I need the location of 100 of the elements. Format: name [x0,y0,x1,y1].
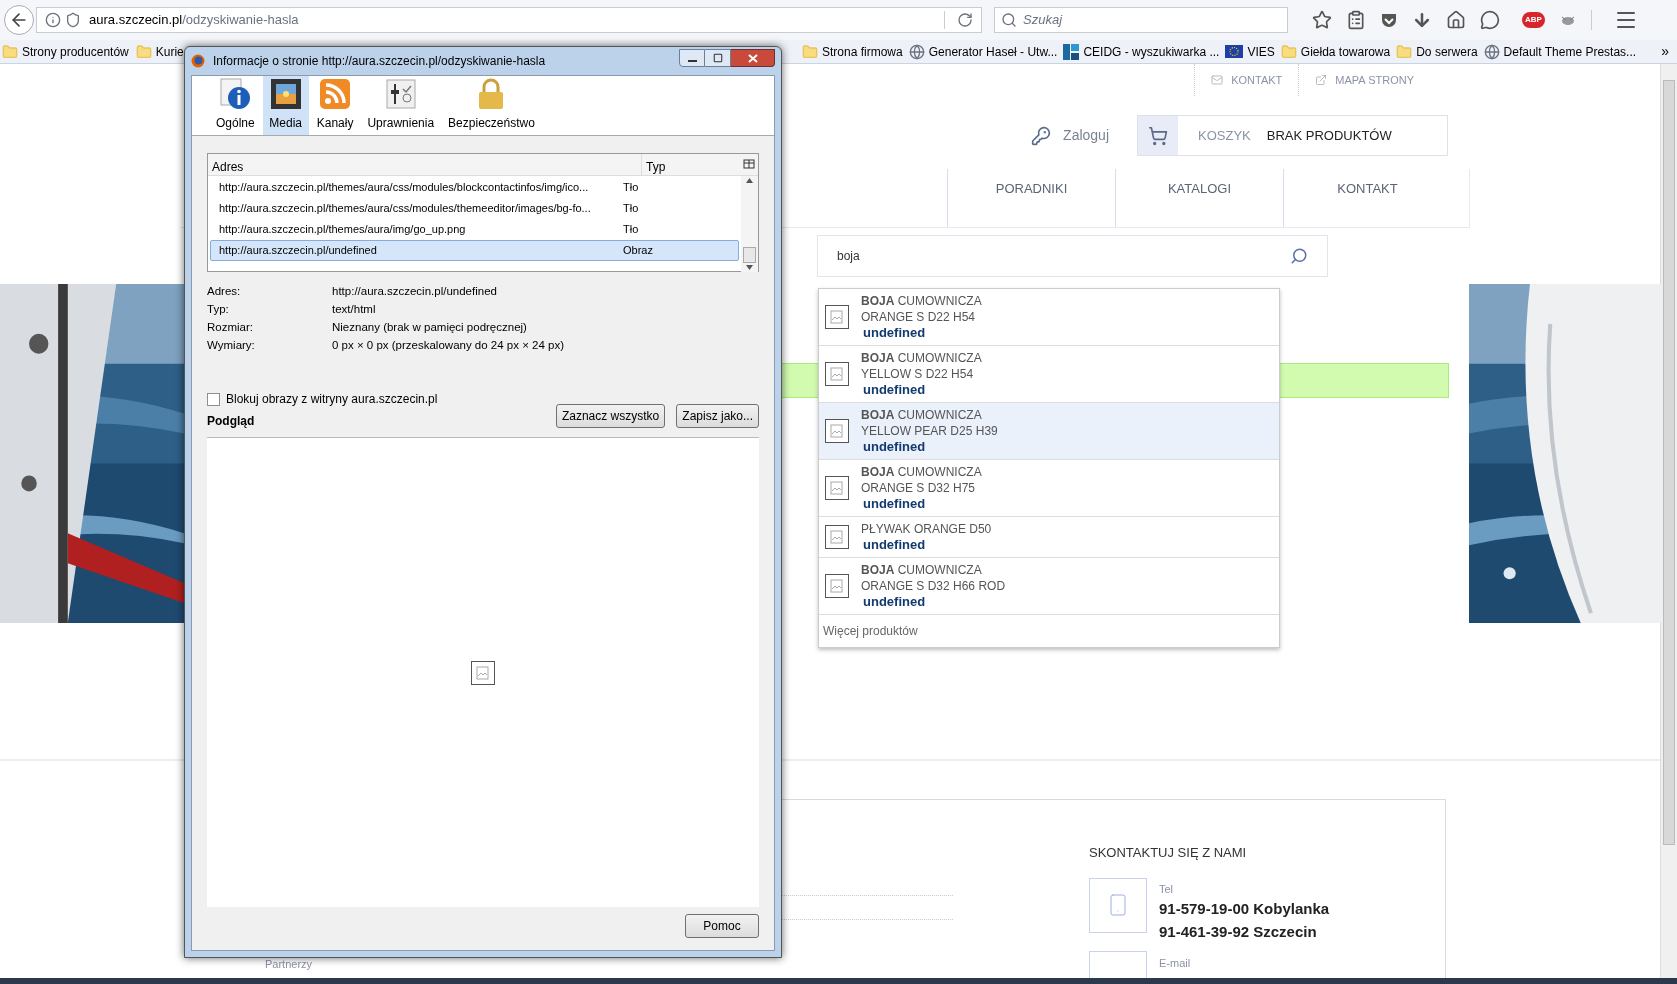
minimize-button[interactable] [679,49,705,67]
product-thumbnail-icon [825,525,849,549]
bookmark[interactable]: Do serwera [1394,42,1480,61]
tiles-icon [1063,43,1080,60]
product-thumbnail-icon [825,305,849,329]
nav-link[interactable]: PORADNIKI [995,179,1068,199]
address-bar[interactable]: aura.szczecin.pl/odzyskiwanie-hasla [36,7,982,33]
product-thumbnail-icon [825,574,849,598]
bookmark[interactable]: Strona firmowa [800,42,905,61]
phone-number: 91-461-39-92 Szczecin [1159,922,1318,942]
product-price: undefined [862,537,927,553]
preview-heading: Podgląd [207,413,256,430]
dialog-tab[interactable]: Ogólne [210,76,261,135]
back-button[interactable] [4,5,34,35]
list-scrollbar[interactable] [741,176,758,272]
product-variant: YELLOW S D22 H54 [861,366,975,382]
pocket-icon[interactable] [1380,11,1398,29]
close-button[interactable] [731,49,775,67]
product-thumbnail-icon [825,419,849,443]
search-icon[interactable] [1290,247,1308,265]
folder-icon [2,43,18,60]
suggestion-item[interactable]: BOJA CUMOWNICZA ORANGE S D32 H75 undefined [819,460,1279,517]
column-header[interactable]: Adres [208,154,642,175]
detail-label: Typ: [207,302,230,317]
suggestion-item[interactable]: BOJA CUMOWNICZA ORANGE S D22 H54 undefined [819,289,1279,346]
column-header[interactable]: Typ [642,154,740,175]
product-variant: ORANGE S D32 H66 ROD [861,578,1006,594]
media-row[interactable]: http://aura.szczecin.pl/themes/aura/css/modules/blockcontactinfos/img/ico... Tło [210,177,739,198]
bookmark[interactable]: Kurie [133,42,186,61]
detail-value: text/html [332,302,377,317]
detail-label: Adres: [207,284,242,299]
suggestion-item[interactable]: BOJA CUMOWNICZA YELLOW PEAR D25 H39 undefined [819,403,1279,460]
detail-label: Wymiary: [207,338,256,353]
dialog-button[interactable]: Zapisz jako... [676,404,759,428]
scroll-up-icon[interactable] [746,178,753,183]
dialog-tab[interactable]: Uprawnienia [361,76,441,135]
tel-label: Tel [1159,881,1175,897]
dialog-tab[interactable]: Kanały [310,76,360,135]
close-icon [747,53,758,63]
bookmark[interactable]: CEIDG - wyszukiwarka ... [1061,42,1222,61]
nav-link[interactable]: KONTAKT [1337,179,1398,199]
dialog-tab[interactable]: Media [262,76,309,135]
product-price: undefined [862,496,927,512]
suggestion-item[interactable]: BOJA CUMOWNICZA ORANGE S D32 H66 ROD undefined [819,558,1279,615]
help-button[interactable]: Pomoc [685,914,759,938]
bookmark[interactable]: Generator Haseł - Utw... [906,42,1060,61]
email-label: E-mail [1159,956,1191,971]
dialog-tab[interactable]: Bezpieczeństwo [442,76,541,135]
bookmark-star-icon[interactable] [1312,10,1332,30]
cart-icon [1148,125,1168,146]
reading-list-icon[interactable] [1346,10,1366,30]
product-price: undefined [862,439,927,455]
product-variant: ORANGE S D22 H54 [861,309,977,325]
product-thumbnail-icon [825,476,849,500]
flag-icon [1225,45,1244,58]
more-products-link[interactable]: Więcej produktów [819,615,1279,647]
key-icon [1031,125,1052,146]
window-title: Informacje o stronie http://aura.szczecin.pl/odzyskiwanie-hasla [213,53,546,70]
media-row[interactable]: http://aura.szczecin.pl/themes/aura/css/modules/themeeditor/images/bg-fo... Tło [210,198,739,219]
bookmark[interactable]: VIES [1223,42,1277,61]
scrollbar[interactable] [1660,64,1677,978]
download-icon[interactable] [1412,10,1432,30]
bookmarks-overflow[interactable]: » [1661,41,1669,62]
product-name: BOJA CUMOWNICZA [861,407,983,423]
scroll-down-icon[interactable] [746,265,753,270]
detail-value: 0 px × 0 px (przeskalowany do 24 px × 24 px) [332,338,566,353]
bookmark[interactable]: Giełda towarowa [1278,42,1393,61]
product-name: BOJA CUMOWNICZA [861,562,983,578]
bookmark[interactable]: Default Theme Prestas... [1481,42,1639,61]
product-price: undefined [862,382,927,398]
external-link-icon [1315,74,1328,86]
suggestion-item[interactable]: BOJA CUMOWNICZA YELLOW S D22 H54 undefined [819,346,1279,403]
media-row[interactable]: http://aura.szczecin.pl/themes/aura/img/go_up.png Tło [210,219,739,240]
nav-link[interactable]: KATALOGI [1167,179,1232,199]
info-icon[interactable] [45,12,61,28]
media-row[interactable]: http://aura.szczecin.pl/undefined Obraz [210,240,739,261]
scroll-thumb[interactable] [743,247,756,263]
search-field[interactable]: Szukaj [994,7,1288,33]
suggestion-item[interactable]: PŁYWAK ORANGE D50 undefined [819,517,1279,558]
block-images-checkbox[interactable]: Blokuj obrazy z witryny aura.szczecin.pl [207,390,438,408]
cart-status: BRAK PRODUKTÓW [1266,126,1392,145]
product-name: PŁYWAK ORANGE D50 [861,521,992,537]
search-icon [1001,12,1017,28]
chat-icon[interactable] [1480,10,1500,30]
dialog-button[interactable]: Zaznacz wszystko [555,404,666,428]
detail-value: http://aura.szczecin.pl/undefined [332,284,498,299]
search-field[interactable]: boja [817,235,1328,277]
url-text: aura.szczecin.pl/odzyskiwanie-hasla [89,11,299,30]
login-link[interactable]: Zaloguj [1031,125,1109,146]
maximize-button[interactable] [705,49,731,67]
folder-icon [135,43,152,60]
adblock-badge[interactable]: ABP [1522,12,1545,28]
reload-icon[interactable] [957,12,973,28]
bookmark[interactable]: Strony producentów [0,42,131,61]
detail-value: Nieznany (brak w pamięci podręcznej) [332,320,528,335]
product-name: BOJA CUMOWNICZA [861,464,982,480]
cart-label: KOSZYK [1198,126,1251,145]
film-icon [268,77,303,111]
cart-box[interactable]: KOSZYK BRAK PRODUKTÓW [1137,115,1448,156]
home-icon[interactable] [1446,10,1466,30]
